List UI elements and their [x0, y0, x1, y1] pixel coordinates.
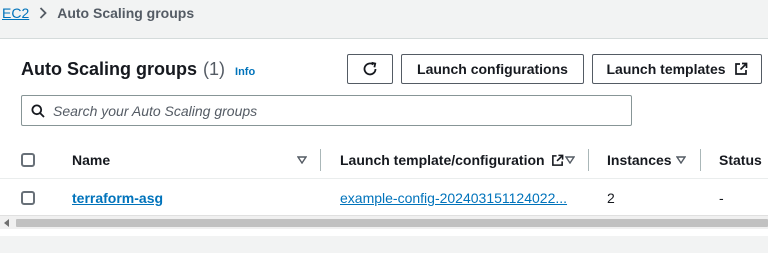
breadcrumb: EC2 Auto Scaling groups — [0, 0, 194, 26]
row-instances-cell: 2 — [607, 190, 615, 206]
external-link-icon — [551, 154, 564, 167]
search-field[interactable] — [21, 95, 632, 126]
column-header-launch-template[interactable]: Launch template/configuration — [340, 141, 564, 179]
column-header-launch-template-label: Launch template/configuration — [340, 152, 545, 168]
sort-icon[interactable] — [565, 141, 575, 179]
asg-name-link[interactable]: terraform-asg — [72, 190, 163, 206]
launch-template-link[interactable]: example-config-202403151124022... — [340, 190, 567, 206]
launch-templates-button[interactable]: Launch templates — [592, 54, 762, 84]
column-divider[interactable] — [588, 149, 589, 171]
launch-configurations-button[interactable]: Launch configurations — [401, 54, 584, 84]
launch-configurations-label: Launch configurations — [417, 61, 568, 77]
auto-scaling-groups-table: Name Launch template/configuration Insta… — [0, 141, 768, 217]
info-link[interactable]: Info — [235, 66, 255, 78]
column-header-status[interactable]: Status — [719, 141, 762, 179]
column-divider[interactable] — [700, 149, 701, 171]
row-name-cell: terraform-asg — [72, 179, 163, 217]
chevron-right-icon — [39, 7, 48, 19]
panel-header: Auto Scaling groups (1) Info Launch conf… — [0, 39, 768, 129]
page-title: Auto Scaling groups (1) Info — [21, 59, 255, 80]
scroll-left-arrow-icon[interactable] — [4, 219, 10, 227]
auto-scaling-groups-panel: Auto Scaling groups (1) Info Launch conf… — [0, 38, 768, 236]
group-count: (1) — [203, 59, 226, 79]
refresh-icon — [362, 61, 378, 77]
column-divider[interactable] — [320, 149, 321, 171]
table-row[interactable]: terraform-asg example-config-20240315112… — [0, 179, 768, 217]
row-launch-template-cell: example-config-202403151124022... — [340, 179, 567, 217]
column-header-instances[interactable]: Instances — [607, 141, 672, 179]
search-icon — [31, 104, 45, 118]
select-all-cell — [21, 141, 35, 179]
row-status-cell: - — [719, 190, 724, 206]
breadcrumb-current: Auto Scaling groups — [57, 5, 195, 21]
select-all-checkbox[interactable] — [21, 153, 35, 167]
table-header-row: Name Launch template/configuration Insta… — [0, 141, 768, 179]
refresh-button[interactable] — [347, 54, 393, 84]
page-title-text: Auto Scaling groups — [21, 59, 198, 79]
sort-icon[interactable] — [297, 141, 307, 179]
search-input[interactable] — [53, 102, 613, 119]
row-checkbox[interactable] — [21, 191, 35, 205]
launch-templates-label: Launch templates — [606, 61, 726, 77]
breadcrumb-ec2-link[interactable]: EC2 — [2, 5, 29, 21]
external-link-icon — [734, 62, 748, 76]
column-header-name[interactable]: Name — [72, 141, 110, 179]
scrollbar-thumb[interactable] — [16, 219, 768, 227]
horizontal-scrollbar[interactable] — [0, 215, 768, 229]
row-select-cell — [21, 179, 35, 217]
sort-icon[interactable] — [676, 141, 686, 179]
